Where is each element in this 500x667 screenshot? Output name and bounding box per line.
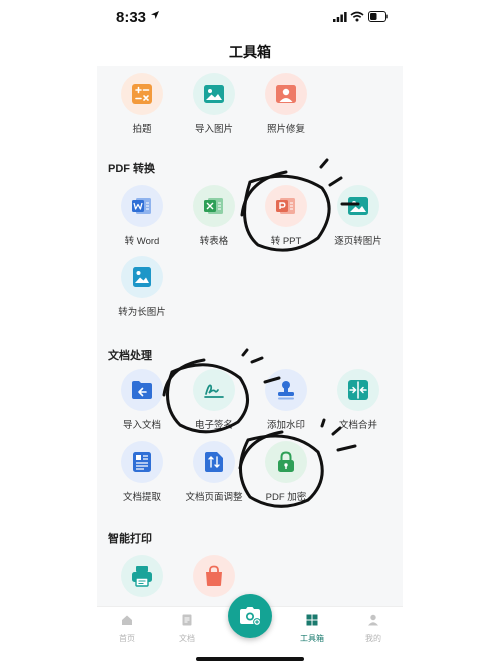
tab-profile[interactable]: 我的: [353, 613, 393, 644]
camera-button[interactable]: [228, 594, 272, 638]
tab-label: 首页: [119, 634, 135, 643]
marker-tick: [320, 418, 326, 428]
user-icon: [368, 614, 378, 626]
marker-circle: [166, 363, 249, 434]
grid-icon: [306, 614, 318, 626]
tab-label: 文档: [179, 634, 195, 643]
marker-tick: [263, 376, 281, 384]
tab-label: 我的: [365, 634, 381, 643]
tab-documents[interactable]: 文档: [167, 613, 207, 644]
tab-toolbox[interactable]: 工具箱: [292, 613, 332, 644]
home-indicator: [196, 657, 304, 661]
marker-tick: [250, 356, 264, 364]
marker-tick: [241, 348, 249, 357]
marker-tick: [336, 444, 357, 452]
hand-drawn-annotations: [162, 158, 360, 508]
marker-tick: [331, 426, 342, 436]
marker-tick: [319, 158, 329, 169]
tab-label: 工具箱: [300, 634, 324, 643]
marker-circle: [240, 170, 288, 217]
document-icon: [182, 614, 192, 626]
tab-home[interactable]: 首页: [107, 613, 147, 644]
marker-tick: [328, 176, 343, 187]
home-icon: [122, 615, 132, 625]
camera-icon: [240, 607, 261, 626]
marker-circle: [243, 174, 331, 252]
